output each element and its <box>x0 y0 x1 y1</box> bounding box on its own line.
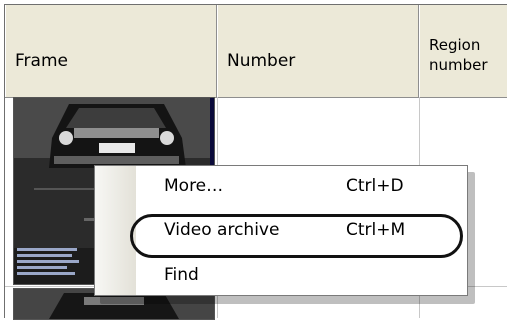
table-header: Frame Number Region number <box>5 5 507 98</box>
menu-item-more-label: More… <box>164 176 224 196</box>
menu-item-find[interactable]: Find <box>95 257 467 295</box>
column-header-frame[interactable]: Frame <box>5 5 217 97</box>
context-menu: More… Ctrl+D Video archive Ctrl+M Find <box>94 165 468 296</box>
menu-item-more[interactable]: More… Ctrl+D <box>95 168 467 206</box>
column-header-frame-label: Frame <box>15 51 68 71</box>
column-header-region-number-label: Region number <box>429 36 488 74</box>
highlight-ellipse <box>130 214 463 258</box>
column-header-region-number[interactable]: Region number <box>419 5 507 97</box>
menu-item-more-shortcut: Ctrl+D <box>346 176 404 196</box>
column-header-number-label: Number <box>227 51 296 71</box>
column-header-number[interactable]: Number <box>217 5 419 97</box>
menu-item-find-label: Find <box>164 265 199 285</box>
